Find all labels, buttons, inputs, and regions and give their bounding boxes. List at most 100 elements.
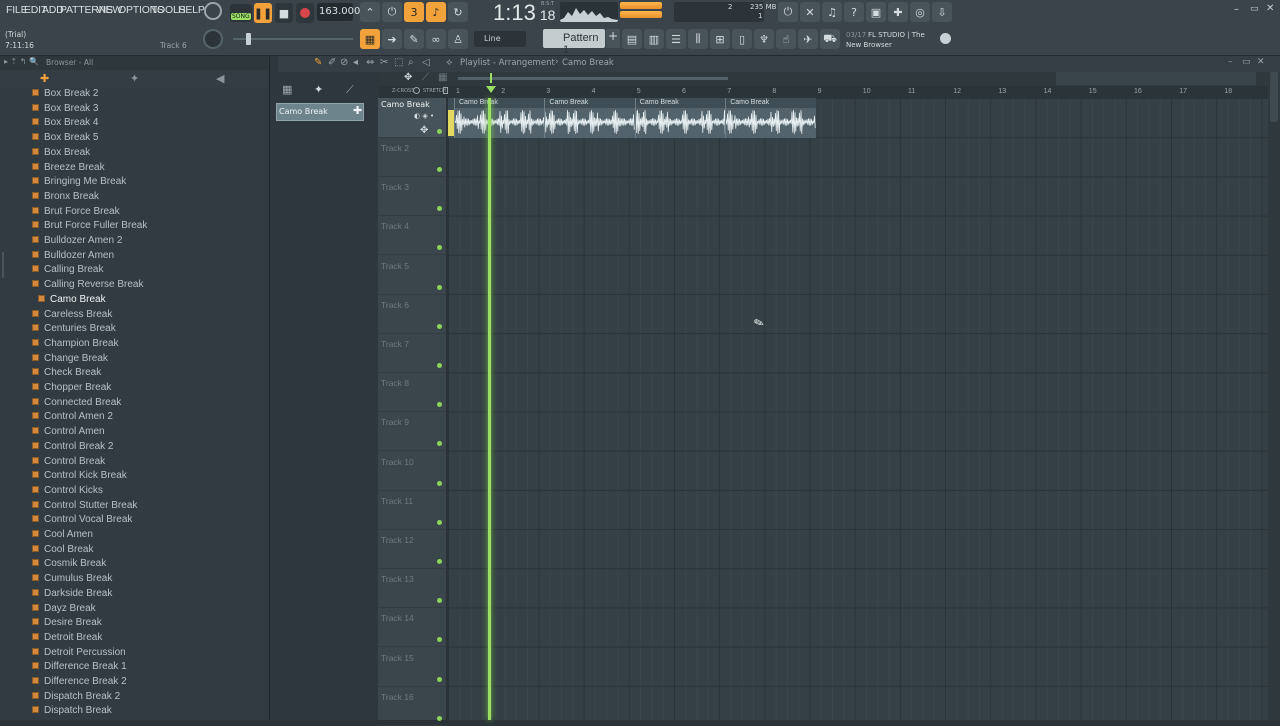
browser-item[interactable]: Desire Break	[32, 617, 102, 632]
forward-icon[interactable]: ➜	[382, 29, 402, 49]
track-enable-dot[interactable]	[437, 284, 442, 290]
browser-item[interactable]: Champion Break	[32, 338, 118, 353]
browser-item[interactable]: Box Break 3	[32, 103, 98, 118]
wait-for-input-icon[interactable]: ⏻	[382, 2, 402, 22]
browser-item[interactable]: Control Kicks	[32, 485, 103, 500]
zcross-toggle[interactable]	[413, 87, 420, 94]
playlist-icon[interactable]: ▤	[622, 29, 642, 49]
tempo-slider-handle[interactable]	[246, 33, 251, 45]
overview-cross-icon[interactable]: ✥	[404, 72, 412, 83]
news-line2[interactable]: New Browser	[846, 41, 892, 49]
delete-icon[interactable]: ⊘	[340, 57, 348, 68]
browser-item[interactable]: Control Vocal Break	[32, 514, 132, 529]
mute-icon[interactable]: ◂	[353, 57, 358, 68]
browser-item[interactable]: Breeze Break	[32, 162, 105, 177]
vertical-scrollbar[interactable]	[1268, 72, 1280, 720]
browser-item[interactable]: Box Break 4	[32, 117, 98, 132]
track-header[interactable]: Track 15	[378, 648, 446, 687]
track-header[interactable]: Track 8	[378, 373, 446, 413]
blend-notes-icon[interactable]: ♪	[426, 2, 446, 22]
picker-audio-icon[interactable]: ✦	[314, 83, 323, 96]
browser-item[interactable]: Control Amen	[32, 426, 105, 441]
audio-clip[interactable]: Camo Break	[454, 98, 545, 138]
track-enable-dot[interactable]	[437, 323, 442, 329]
playlist-restore-icon[interactable]: ▭	[1242, 57, 1251, 67]
track-enable-dot[interactable]	[437, 519, 442, 525]
slice-icon[interactable]: ✂	[380, 57, 388, 68]
track-header-1[interactable]: Camo Break ◐ ◈ • ✥	[378, 98, 446, 138]
browser-item[interactable]: Difference Break 1	[32, 661, 127, 676]
overview-resize-icon[interactable]: ⟋	[422, 72, 429, 83]
master-volume-knob[interactable]	[204, 2, 222, 20]
browser-item[interactable]: Control Stutter Break	[32, 500, 137, 515]
picker-automation-icon[interactable]: ⟋	[346, 83, 354, 97]
browser-icon[interactable]: ▯	[732, 29, 752, 49]
stamp-icon[interactable]: ♙	[448, 29, 468, 49]
browser-item[interactable]: Connected Break	[32, 397, 121, 412]
track-header[interactable]: Track 13	[378, 569, 446, 609]
track-enable-dot[interactable]	[437, 559, 442, 564]
zoom-icon[interactable]: ⌕	[408, 57, 414, 68]
overview-grid-icon[interactable]: ▦	[438, 72, 447, 83]
track-1-move-icon[interactable]: ✥	[420, 125, 428, 136]
browser-item[interactable]: Cumulus Break	[32, 573, 112, 588]
song-position-marker[interactable]	[486, 86, 496, 93]
shop-icon[interactable]: ⛟	[820, 29, 840, 49]
vertical-scroll-thumb[interactable]	[1270, 72, 1278, 122]
playlist-breadcrumb[interactable]: Playlist - Arrangement	[460, 58, 555, 68]
select-icon[interactable]: ⬚	[394, 57, 403, 68]
browser-item[interactable]: Control Kick Break	[32, 470, 127, 485]
track-header[interactable]: Track 2	[378, 138, 446, 177]
track-enable-dot[interactable]	[437, 206, 442, 212]
browser-item[interactable]: Chopper Break	[32, 382, 111, 397]
track-header[interactable]: Track 6	[378, 295, 446, 334]
browser-item[interactable]: Box Break 2	[32, 88, 98, 103]
audio-settings-icon[interactable]: ✚	[888, 2, 908, 22]
tempo-display[interactable]: 163.000	[317, 3, 360, 21]
brush-icon[interactable]: ✎	[404, 29, 424, 49]
browser-item[interactable]: Control Break 2	[32, 441, 113, 456]
window-maximize-icon[interactable]: ▭	[1250, 4, 1259, 14]
track-header[interactable]: Track 14	[378, 608, 446, 648]
playlist-grid[interactable]: Camo Break Camo Break Camo Break Camo Break	[448, 98, 1268, 720]
browser-item[interactable]: Brut Force Fuller Break	[32, 220, 147, 235]
browser-item[interactable]: Detroit Percussion	[32, 647, 126, 662]
loop-record-icon[interactable]: ↻	[448, 2, 468, 22]
browser-item[interactable]: Calling Reverse Break	[32, 279, 144, 294]
remote-icon[interactable]: ✈	[798, 29, 818, 49]
song-mode-toggle[interactable]: SONG	[230, 4, 252, 22]
track-header[interactable]: Track 7	[378, 334, 446, 373]
pause-button[interactable]: ❚❚	[254, 3, 272, 23]
browser-item[interactable]: Bringing Me Break	[32, 176, 126, 191]
globe-icon[interactable]	[940, 33, 951, 44]
audio-clip[interactable]: Camo Break	[544, 98, 636, 138]
tempo-slider-track[interactable]	[233, 38, 353, 40]
browser-item[interactable]: Calling Break	[32, 264, 103, 279]
browser-item[interactable]: Darkside Break	[32, 588, 112, 603]
track-enable-dot[interactable]	[437, 637, 442, 643]
picker-clip[interactable]: Camo Break ✚	[276, 103, 364, 121]
track-enable-dot[interactable]	[437, 167, 442, 172]
picker-pattern-icon[interactable]: ▦	[282, 83, 292, 96]
browser-item[interactable]: Dispatch Break 2	[32, 691, 120, 706]
playlist-current-pattern[interactable]: Camo Break	[562, 58, 614, 68]
browser-item[interactable]: Control Break	[32, 456, 105, 471]
playlist-minimize-icon[interactable]: –	[1228, 57, 1233, 67]
chat-icon[interactable]: ◎	[910, 2, 930, 22]
browser-item[interactable]: Box Break	[32, 147, 90, 162]
browser-item[interactable]: Bronx Break	[32, 191, 99, 206]
browser-item[interactable]: Cool Break	[32, 544, 93, 559]
add-pattern-button[interactable]: +	[606, 29, 620, 48]
channel-rack-icon[interactable]: ☰	[666, 29, 686, 49]
pattern-selector[interactable]: Pattern 1	[543, 29, 605, 56]
window-minimize-icon[interactable]: –	[1234, 4, 1239, 15]
routing-icon[interactable]: ⊞	[710, 29, 730, 49]
track-enable-dot[interactable]	[437, 598, 442, 604]
browser-nav-icons[interactable]: ▸ ⇡ ↰ 🔍	[4, 57, 39, 66]
track-1-enable-dot[interactable]	[437, 129, 442, 134]
playlist-close-icon[interactable]: ✕	[1257, 57, 1265, 67]
stop-button[interactable]: ■	[275, 3, 293, 23]
track-header[interactable]: Track 3	[378, 177, 446, 217]
track-header[interactable]: Track 12	[378, 530, 446, 569]
slip-icon[interactable]: ⇔	[366, 57, 374, 68]
